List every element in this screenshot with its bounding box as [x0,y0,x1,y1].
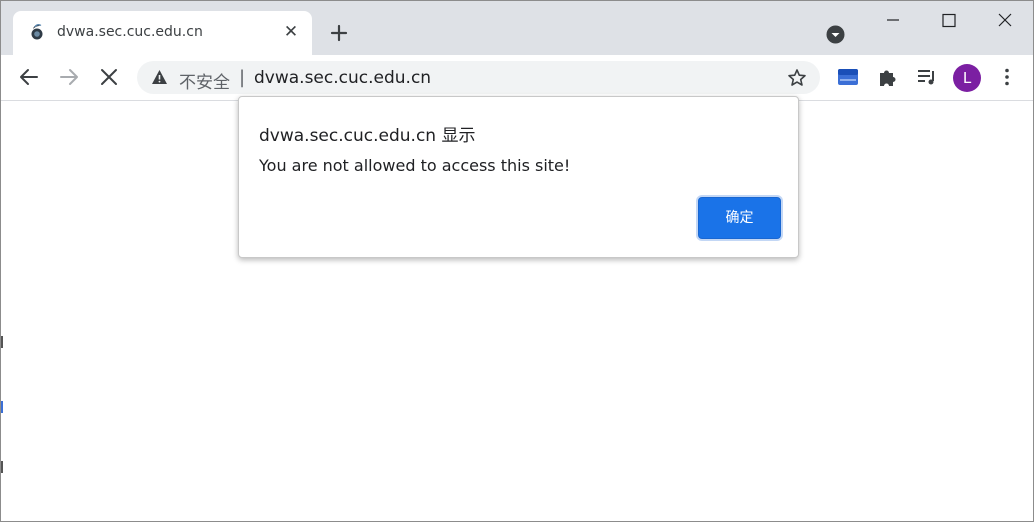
media-queue-icon[interactable] [915,65,939,89]
profile-avatar[interactable]: L [953,64,981,92]
alert-dialog: dvwa.sec.cuc.edu.cn 显示 You are not allow… [238,96,799,258]
puzzle-icon[interactable] [876,65,900,89]
edge-artifact [1,336,3,348]
back-arrow-icon[interactable] [17,65,41,89]
dvwa-favicon-icon [29,23,45,41]
tab-search-icon[interactable] [826,25,845,44]
omnibox-separator: | [239,67,246,88]
blue-extension-icon[interactable] [836,65,860,89]
kebab-menu-icon[interactable] [995,65,1019,89]
active-tab[interactable]: dvwa.sec.cuc.edu.cn ✕ [13,11,312,55]
warning-triangle-icon[interactable] [151,69,168,85]
minimize-icon[interactable] [877,9,909,33]
maximize-icon[interactable] [933,7,965,35]
plus-icon[interactable] [327,21,351,45]
edge-artifact [1,401,3,413]
tab-strip: dvwa.sec.cuc.edu.cn ✕ [1,1,1033,55]
url-text[interactable]: dvwa.sec.cuc.edu.cn [254,68,431,88]
tab-title: dvwa.sec.cuc.edu.cn [57,24,203,40]
window-close-icon[interactable] [989,7,1021,35]
address-bar[interactable]: 不安全 | dvwa.sec.cuc.edu.cn [137,61,820,94]
forward-arrow-icon[interactable] [57,65,81,89]
toolbar: 不安全 | dvwa.sec.cuc.edu.cn L [1,55,1033,101]
browser-window: dvwa.sec.cuc.edu.cn ✕ 不安全 | dvwa.sec.cuc… [0,0,1034,522]
bookmark-star-icon[interactable] [787,68,807,88]
ok-button[interactable]: 确定 [698,197,781,239]
stop-loading-icon[interactable] [97,65,121,89]
dialog-title: dvwa.sec.cuc.edu.cn 显示 [259,126,476,146]
security-status-label[interactable]: 不安全 [179,68,230,93]
edge-artifact [1,461,3,473]
dialog-message: You are not allowed to access this site! [259,156,571,175]
tab-close-icon[interactable]: ✕ [281,22,301,42]
